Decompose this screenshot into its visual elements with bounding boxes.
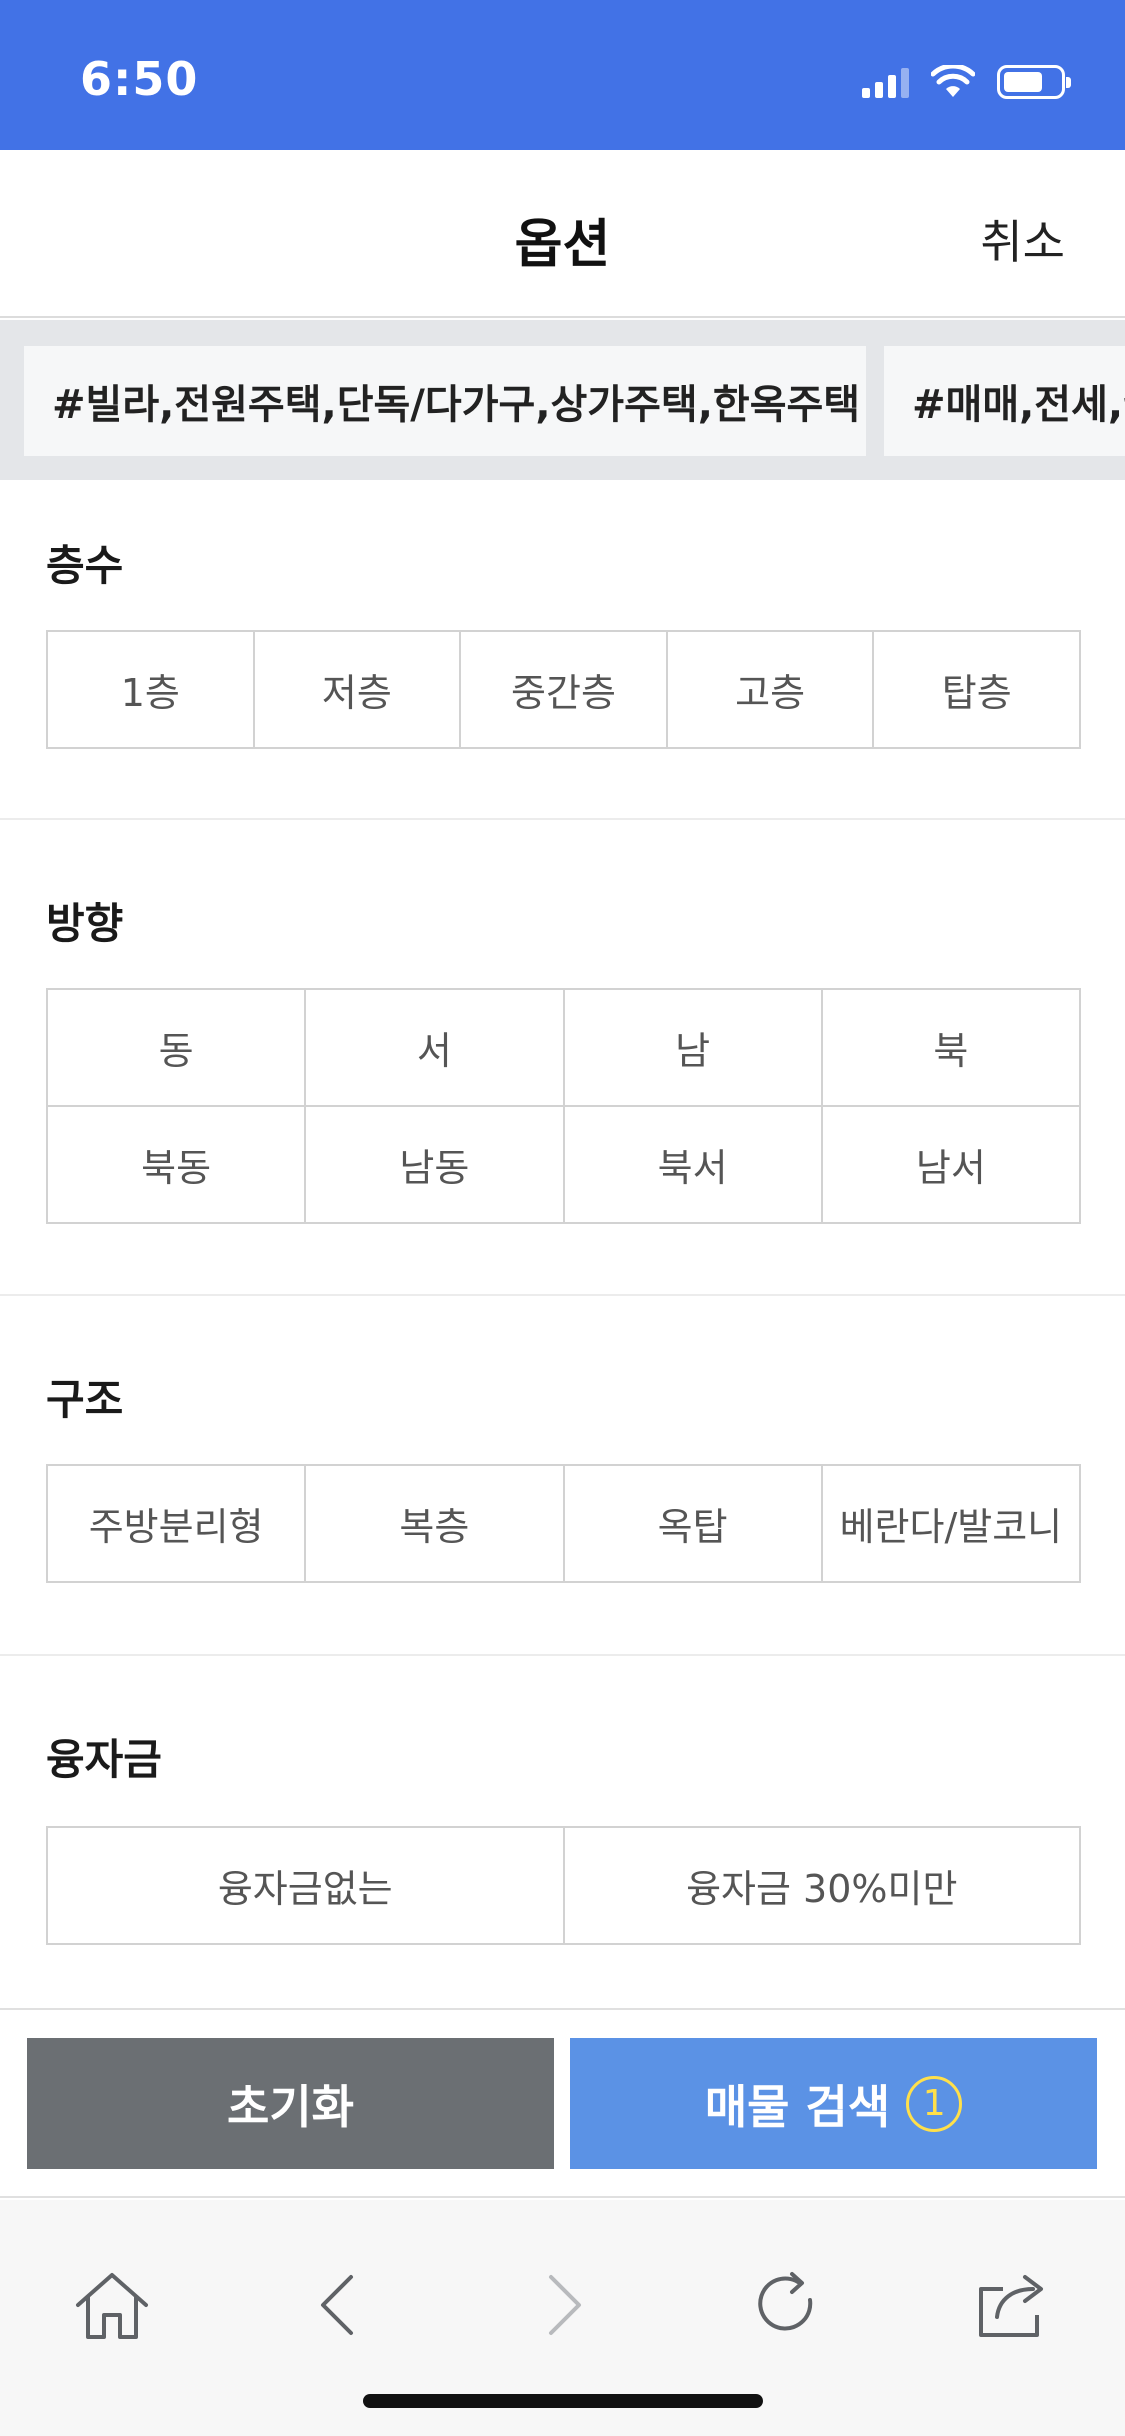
home-button[interactable]	[67, 2260, 157, 2350]
structure-option-grid: 주방분리형 복층 옥탑 베란다/발코니	[46, 1464, 1081, 1583]
tag-chip-property-type[interactable]: #빌라,전원주택,단독/다가구,상가주택,한옥주택	[24, 346, 866, 456]
cellular-signal-icon	[862, 66, 909, 98]
page-title: 옵션	[514, 215, 611, 275]
option-loan-none[interactable]: 융자금없는	[48, 1828, 565, 1945]
option-direction-southeast[interactable]: 남동	[306, 1107, 565, 1224]
option-direction-west[interactable]: 서	[306, 990, 565, 1107]
section-title-structure: 구조	[46, 1375, 124, 1424]
share-icon	[979, 2275, 1043, 2337]
header: 옵션 취소	[0, 150, 1125, 318]
section-direction: 방향 동 서 남 북 북동 남동 북서 남서	[0, 820, 1125, 1294]
option-floor-low[interactable]: 저층	[254, 632, 462, 749]
option-direction-northwest[interactable]: 북서	[564, 1107, 823, 1224]
option-floor-mid[interactable]: 중간층	[461, 632, 668, 749]
forward-icon	[549, 2275, 581, 2335]
reload-icon	[758, 2272, 813, 2331]
loan-option-grid: 융자금없는 융자금 30%미만	[46, 1826, 1081, 1945]
status-bar: 6:50	[0, 0, 1125, 150]
section-title-floors: 층수	[46, 541, 124, 590]
wifi-icon	[931, 65, 975, 97]
section-loan: 융자금 융자금없는 융자금 30%미만	[0, 1656, 1125, 2008]
reset-button[interactable]: 초기화	[27, 2038, 554, 2169]
option-structure-rooftop[interactable]: 옥탑	[564, 1466, 823, 1583]
battery-icon	[997, 65, 1071, 99]
option-floor-high[interactable]: 고층	[667, 632, 875, 749]
status-icons	[862, 62, 1071, 102]
option-direction-southwest[interactable]: 남서	[822, 1107, 1081, 1224]
search-button-label: 매물 검색	[704, 2079, 891, 2134]
home-icon	[76, 2273, 148, 2339]
home-indicator	[363, 2394, 763, 2408]
filter-tag-strip[interactable]: #빌라,전원주택,단독/다가구,상가주택,한옥주택 #매매,전세,월	[0, 320, 1125, 480]
option-loan-under-30[interactable]: 융자금 30%미만	[564, 1828, 1081, 1945]
option-structure-balcony[interactable]: 베란다/발코니	[822, 1466, 1081, 1583]
bottom-action-bar: 초기화 매물 검색 1	[0, 2008, 1125, 2198]
option-floor-top[interactable]: 탑층	[874, 632, 1081, 749]
option-direction-north[interactable]: 북	[822, 990, 1081, 1107]
option-direction-east[interactable]: 동	[48, 990, 307, 1107]
floors-option-grid: 1층 저층 중간층 고층 탑층	[46, 630, 1081, 749]
option-structure-separate-kitchen[interactable]: 주방분리형	[48, 1466, 307, 1583]
section-floors: 층수 1층 저층 중간층 고층 탑층	[0, 480, 1125, 818]
direction-option-grid: 동 서 남 북 북동 남동 북서 남서	[46, 988, 1081, 1224]
cancel-button[interactable]: 취소	[980, 206, 1065, 272]
result-count-badge: 1	[906, 2075, 963, 2132]
status-time: 6:50	[80, 52, 199, 106]
option-floor-1[interactable]: 1층	[48, 632, 255, 749]
option-direction-northeast[interactable]: 북동	[48, 1107, 307, 1224]
option-structure-duplex[interactable]: 복층	[306, 1466, 565, 1583]
reload-button[interactable]	[742, 2260, 832, 2350]
tag-chip-deal-type[interactable]: #매매,전세,월	[884, 346, 1125, 456]
back-button[interactable]	[292, 2260, 382, 2350]
forward-button[interactable]	[520, 2260, 610, 2350]
section-title-loan: 융자금	[46, 1735, 162, 1784]
share-button[interactable]	[968, 2260, 1058, 2350]
section-title-direction: 방향	[46, 899, 124, 948]
section-structure: 구조 주방분리형 복층 옥탑 베란다/발코니	[0, 1296, 1125, 1654]
search-listings-button[interactable]: 매물 검색 1	[570, 2038, 1097, 2169]
option-direction-south[interactable]: 남	[564, 990, 823, 1107]
back-icon	[321, 2275, 353, 2335]
